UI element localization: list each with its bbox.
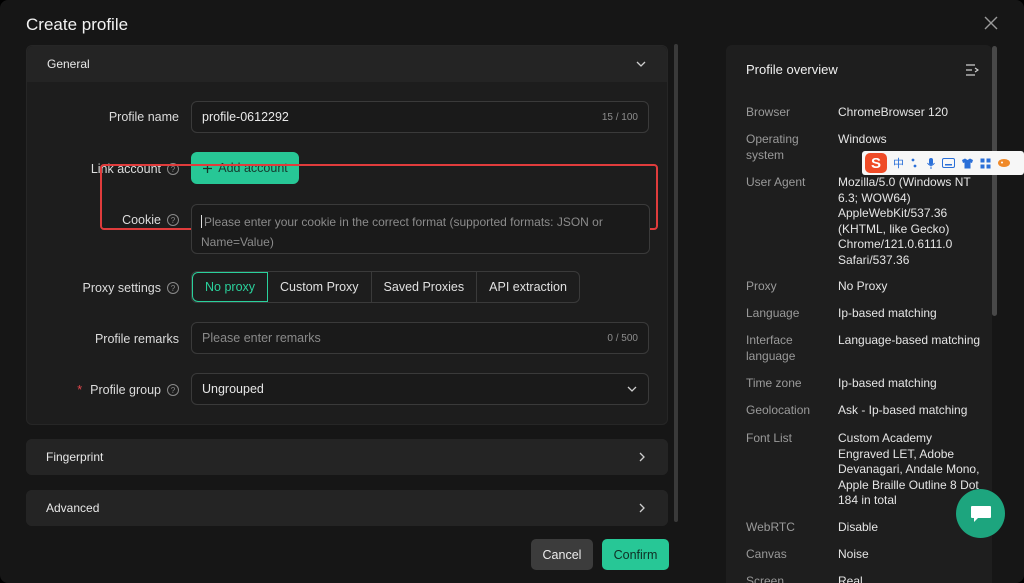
proxy-option-api-extraction[interactable]: API extraction xyxy=(477,272,579,302)
overview-row-user-agent: User Agent Mozilla/5.0 (Windows NT 6.3; W… xyxy=(746,175,971,267)
create-profile-dialog: Create profile General Profile name prof… xyxy=(0,0,1024,583)
proxy-option-no-proxy[interactable]: No proxy xyxy=(192,272,269,302)
profile-name-label: Profile name xyxy=(108,110,179,124)
mascot-icon[interactable] xyxy=(997,158,1011,168)
cookie-textarea[interactable]: Please enter your cookie in the correct … xyxy=(191,204,650,254)
general-section: General Profile name profile-0612292 15 … xyxy=(26,45,668,425)
overview-row-time-zone: Time zone Ip-based matching xyxy=(746,376,937,390)
remarks-counter: 0 / 500 xyxy=(607,332,638,344)
chat-support-button[interactable] xyxy=(956,489,1005,538)
required-mark: * xyxy=(77,383,83,397)
overview-row-browser: Browser ChromeBrowser 120 xyxy=(746,105,949,119)
cancel-button[interactable]: Cancel xyxy=(531,539,593,570)
general-header-label: General xyxy=(47,57,90,71)
proxy-option-saved-proxies[interactable]: Saved Proxies xyxy=(372,272,478,302)
proxy-type-selector: No proxy Custom Proxy Saved Proxies API … xyxy=(191,271,580,303)
advanced-header-label: Advanced xyxy=(46,501,100,515)
chevron-right-icon xyxy=(639,503,645,513)
keyboard-icon[interactable] xyxy=(942,158,955,168)
overview-row-webrtc: WebRTC Disable xyxy=(746,520,879,534)
punctuation-icon[interactable] xyxy=(910,157,920,169)
cookie-placeholder: Please enter your cookie in the correct … xyxy=(201,215,603,249)
dialog-title: Create profile xyxy=(26,15,129,34)
profile-name-counter: 15 / 100 xyxy=(601,111,638,123)
overview-row-font-list: Font List Custom Academy Engraved LET, Ad… xyxy=(746,431,980,507)
overview-row-geolocation: Geolocation Ask - Ip-based matching xyxy=(746,403,968,417)
overview-row-proxy: Proxy No Proxy xyxy=(746,279,888,293)
form-scrollbar[interactable] xyxy=(674,44,678,522)
help-icon[interactable]: ? xyxy=(167,282,179,294)
cookie-label: Cookie? xyxy=(122,213,179,227)
chevron-down-icon xyxy=(636,61,646,67)
overview-row-interface-language: Interface language Language-based matchin… xyxy=(746,333,981,363)
collapse-panel-icon[interactable] xyxy=(965,63,979,77)
help-icon[interactable]: ? xyxy=(167,214,179,226)
fingerprint-section[interactable]: Fingerprint xyxy=(26,439,668,475)
profile-name-input[interactable]: profile-0612292 15 / 100 xyxy=(191,101,649,133)
proxy-settings-label: Proxy settings? xyxy=(82,281,179,295)
fingerprint-section-header[interactable]: Fingerprint xyxy=(26,439,668,475)
help-icon[interactable]: ? xyxy=(167,384,179,396)
proxy-option-custom-proxy[interactable]: Custom Proxy xyxy=(268,272,372,302)
profile-remarks-label: Profile remarks xyxy=(94,332,179,346)
chevron-down-icon xyxy=(627,386,637,392)
general-section-header[interactable]: General xyxy=(27,46,667,82)
remarks-placeholder: Please enter remarks xyxy=(202,331,321,345)
overview-row-screen: Screen Real xyxy=(746,574,863,583)
profile-group-select[interactable]: Ungrouped xyxy=(191,373,649,405)
text-cursor xyxy=(201,215,202,228)
ime-mode-toggle[interactable]: 中 xyxy=(893,155,904,171)
profile-overview-panel: Profile overview Browser ChromeBrowser 12… xyxy=(726,45,992,583)
close-icon[interactable] xyxy=(984,16,998,30)
confirm-button[interactable]: Confirm xyxy=(602,539,669,570)
advanced-section[interactable]: Advanced xyxy=(26,490,668,526)
overview-row-canvas: Canvas Noise xyxy=(746,547,869,561)
profile-name-value: profile-0612292 xyxy=(202,110,289,124)
advanced-section-header[interactable]: Advanced xyxy=(26,490,668,526)
chat-icon xyxy=(970,505,991,522)
grid-icon[interactable] xyxy=(980,158,991,169)
overview-row-language: Language Ip-based matching xyxy=(746,306,937,320)
microphone-icon[interactable] xyxy=(926,157,936,170)
overview-title: Profile overview xyxy=(746,62,838,77)
shirt-icon[interactable] xyxy=(961,158,974,169)
chevron-right-icon xyxy=(639,452,645,462)
profile-remarks-input[interactable]: Please enter remarks 0 / 500 xyxy=(191,322,649,354)
ime-logo-icon[interactable]: S xyxy=(865,153,887,173)
overview-scrollbar[interactable] xyxy=(992,46,997,316)
ime-toolbar[interactable]: S 中 xyxy=(862,151,1024,175)
profile-group-value: Ungrouped xyxy=(202,382,264,396)
profile-group-label: * Profile group? xyxy=(77,383,179,397)
fingerprint-header-label: Fingerprint xyxy=(46,450,104,464)
